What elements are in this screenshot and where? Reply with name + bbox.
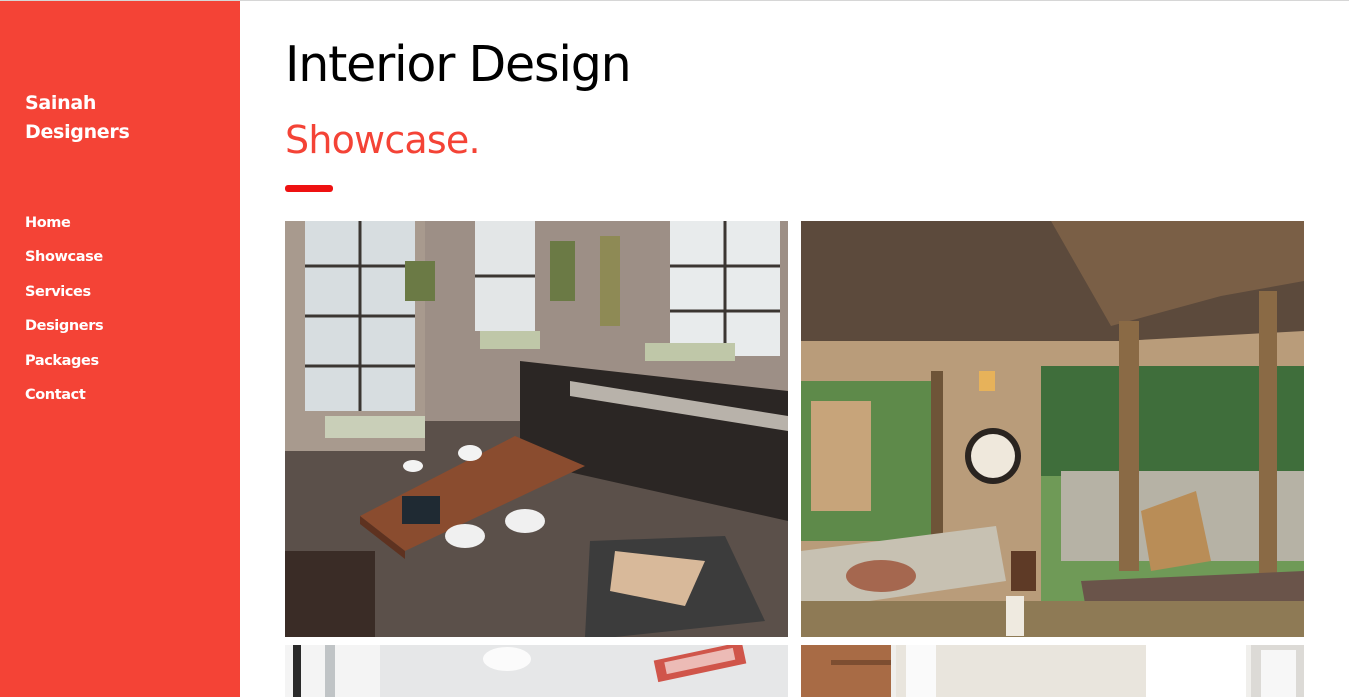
cabin-living-image — [801, 221, 1304, 637]
nav-item-designers: Designers — [25, 314, 104, 348]
main-content: Interior Design Showcase. — [240, 1, 1349, 697]
white-dining-image — [285, 645, 788, 697]
nav-link-home[interactable]: Home — [25, 215, 71, 231]
nav-link-showcase[interactable]: Showcase — [25, 249, 103, 265]
nav-link-services[interactable]: Services — [25, 284, 91, 300]
loft-kitchen-image — [285, 221, 788, 637]
brand-line-1: Sainah — [25, 92, 97, 114]
nav-item-showcase: Showcase — [25, 245, 103, 279]
nav-link-contact[interactable]: Contact — [25, 387, 86, 403]
showcase-photo-white-dining[interactable] — [285, 645, 788, 697]
page-title: Interior Design — [285, 36, 632, 93]
title-underline-bar — [285, 185, 333, 192]
nav-item-home: Home — [25, 211, 103, 245]
nav-link-packages[interactable]: Packages — [25, 353, 99, 369]
nav-item-packages: Packages — [25, 349, 103, 383]
nav-item-contact: Contact — [25, 383, 103, 417]
showcase-photo-bright-room[interactable] — [801, 645, 1304, 697]
section-subtitle: Showcase. — [285, 118, 481, 162]
sidebar: Sainah Designers Home Showcase Services … — [0, 1, 240, 697]
showcase-photo-cabin-living[interactable] — [801, 221, 1304, 637]
brand-line-2: Designers — [25, 121, 130, 143]
showcase-photo-loft-kitchen[interactable] — [285, 221, 788, 637]
brand-logo-text[interactable]: Sainah Designers — [25, 89, 215, 147]
nav-item-services: Services — [25, 280, 103, 314]
nav-link-designers[interactable]: Designers — [25, 318, 104, 334]
sidebar-nav: Home Showcase Services Designers Package… — [25, 211, 104, 417]
bright-room-image — [801, 645, 1304, 697]
